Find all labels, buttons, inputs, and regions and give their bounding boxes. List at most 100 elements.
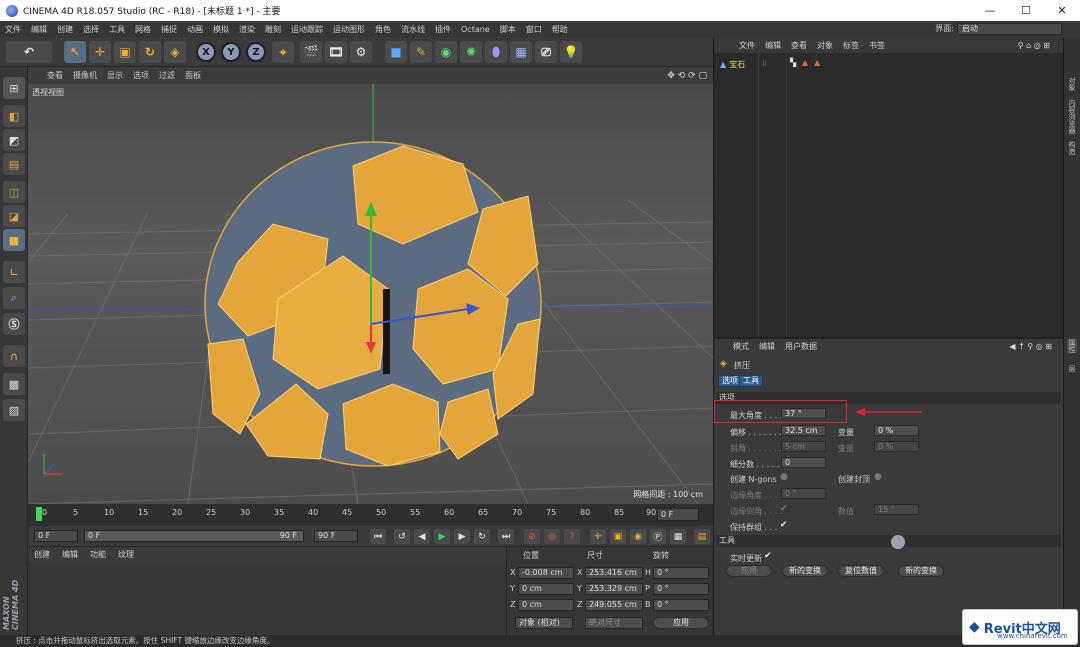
keyframe-selection-button[interactable]: ? — [564, 529, 580, 544]
goto-start-button[interactable]: ⏮ — [370, 529, 386, 544]
make-editable-button[interactable]: ⊞ — [3, 77, 25, 99]
recent-tool[interactable]: ◈ — [164, 41, 186, 63]
subdivision-field[interactable]: 0 — [781, 457, 826, 468]
close-button[interactable]: ✕ — [1044, 0, 1080, 21]
perspective-viewport[interactable]: 透视视图 网格间距 : 100 cm — [28, 84, 713, 504]
minimize-button[interactable]: — — [972, 0, 1008, 21]
play-button[interactable]: ▶ — [434, 529, 450, 544]
light-button[interactable]: 💡 — [560, 41, 582, 63]
attr-menu-mode[interactable]: 模式 — [728, 341, 754, 352]
menu-edit[interactable]: 编辑 — [26, 24, 52, 35]
attr-menu-userdata[interactable]: 用户数据 — [780, 341, 822, 352]
edges-mode-button[interactable]: ◪ — [3, 205, 25, 227]
rotation-b-field[interactable]: 0 ° — [653, 599, 709, 611]
obj-menu-tags[interactable]: 标签 — [838, 40, 864, 51]
menu-window[interactable]: 窗口 — [521, 24, 547, 35]
x-axis-lock[interactable]: X — [196, 42, 216, 62]
menu-script[interactable]: 脚本 — [495, 24, 521, 35]
viewport-nav-icons[interactable]: ✥ ⟲ ⟳ ▢ — [667, 71, 707, 81]
menu-mograph[interactable]: 运动图形 — [328, 24, 370, 35]
menu-animate[interactable]: 动画 — [182, 24, 208, 35]
key-pla-button[interactable]: ▦ — [670, 529, 686, 544]
attr-apply-button[interactable]: 应用 — [726, 565, 772, 577]
current-frame-field[interactable]: 0 F — [657, 508, 699, 521]
ngons-checkbox[interactable]: ● — [780, 472, 788, 482]
menu-snap[interactable]: 捕捉 — [156, 24, 182, 35]
rotation-h-field[interactable]: 0 ° — [653, 567, 709, 579]
magnet-button[interactable]: ∩ — [3, 345, 25, 367]
size-x-field[interactable]: 253.416 cm — [585, 567, 643, 579]
position-x-field[interactable]: -0.008 cm — [518, 567, 574, 579]
render-view-button[interactable]: 🎬 — [300, 41, 322, 63]
menu-select[interactable]: 选择 — [78, 24, 104, 35]
checker-tag-icon[interactable]: ▚ — [790, 58, 796, 67]
coords-apply-button[interactable]: 应用 — [653, 617, 709, 629]
variance-field[interactable]: 0 % — [874, 425, 919, 436]
obj-menu-object[interactable]: 对象 — [812, 40, 838, 51]
vp-menu-view[interactable]: 查看 — [42, 70, 68, 81]
obj-menu-file[interactable]: 文件 — [734, 40, 760, 51]
vp-menu-camera[interactable]: 摄像机 — [68, 70, 102, 81]
edge-value-field[interactable]: 15 ° — [874, 504, 919, 515]
menu-tools[interactable]: 工具 — [104, 24, 130, 35]
scale-tool[interactable]: ▣ — [114, 41, 136, 63]
obj-menu-tool-icons[interactable]: ⚲ ⌂ ◎ ⊞ — [1013, 41, 1055, 50]
coord-mode-select[interactable]: 对象 (相对) — [515, 617, 573, 629]
layout-select[interactable]: 启动 — [957, 23, 1062, 35]
maximize-button[interactable]: ☐ — [1008, 0, 1044, 21]
prev-frame-button[interactable]: ◀ — [414, 529, 430, 544]
obj-menu-bookmarks[interactable]: 书签 — [864, 40, 890, 51]
vp-menu-panel[interactable]: 面板 — [180, 70, 206, 81]
next-key-button[interactable]: ↻ — [474, 529, 490, 544]
record-button[interactable]: ⊘ — [524, 529, 540, 544]
new-transform-button[interactable]: 新的变换 — [782, 565, 828, 577]
size-z-field[interactable]: 249.055 cm — [585, 599, 643, 611]
reset-values-button[interactable]: 复位数值 — [838, 565, 884, 577]
preview-range-slider[interactable]: 0 F 90 F — [84, 530, 304, 542]
menu-motion-tracking[interactable]: 运动跟踪 — [286, 24, 328, 35]
tab-structure[interactable]: 构造 — [1067, 141, 1077, 155]
position-z-field[interactable]: 0 cm — [518, 599, 574, 611]
timeline-window-button[interactable]: ▤ — [694, 529, 710, 544]
key-rotation-button[interactable]: ◉ — [630, 529, 646, 544]
position-y-field[interactable]: 0 cm — [518, 583, 574, 595]
menu-simulate[interactable]: 模拟 — [208, 24, 234, 35]
render-picture-viewer-button[interactable]: 🎞 — [325, 41, 347, 63]
menu-mesh[interactable]: 网格 — [130, 24, 156, 35]
camera-button[interactable]: ⎚ — [535, 41, 557, 63]
bevel-field[interactable]: 5 cm — [781, 441, 826, 452]
offset-field[interactable]: 32.5 cm — [781, 425, 826, 436]
phong-tag-icon[interactable]: ▲ — [802, 58, 808, 67]
key-scale-button[interactable]: ▣ — [610, 529, 626, 544]
timeline-ruler[interactable]: 0 5 10 15 20 25 30 35 40 45 50 55 60 65 … — [28, 504, 713, 526]
polygons-mode-button[interactable]: ■ — [3, 229, 25, 251]
array-button[interactable]: ✺ — [460, 41, 482, 63]
subdivision-button[interactable]: ◉ — [435, 41, 457, 63]
goto-end-button[interactable]: ⏭ — [498, 529, 514, 544]
obj-menu-view[interactable]: 查看 — [786, 40, 812, 51]
material-menu-create[interactable]: 创建 — [28, 549, 56, 560]
coordinate-system-button[interactable]: ⌖ — [272, 41, 294, 63]
move-tool[interactable]: ✛ — [89, 41, 111, 63]
attr-menu-edit[interactable]: 编辑 — [754, 341, 780, 352]
prev-key-button[interactable]: ↺ — [394, 529, 410, 544]
points-mode-button[interactable]: ◫ — [3, 181, 25, 203]
floor-button[interactable]: ▦ — [510, 41, 532, 63]
texture-mode-button[interactable]: ◩ — [3, 129, 25, 151]
material-tag-icon[interactable]: ▲ — [814, 58, 820, 67]
vp-menu-filter[interactable]: 过滤 — [154, 70, 180, 81]
menu-create[interactable]: 创建 — [52, 24, 78, 35]
menu-octane[interactable]: Octane — [456, 25, 495, 34]
end-frame-field[interactable]: 90 F — [314, 530, 358, 542]
edge-angle-field[interactable]: 0 ° — [781, 488, 826, 499]
key-parameter-button[interactable]: Ⓟ — [650, 529, 666, 544]
rotate-tool[interactable]: ↻ — [139, 41, 161, 63]
tool-section-knob[interactable] — [891, 535, 905, 549]
variance2-field[interactable]: 0 % — [874, 441, 919, 452]
attr-nav-icons[interactable]: ◀ ↑ ⚲ ◎ ⊞ — [1004, 342, 1057, 351]
menu-pipeline[interactable]: 流水线 — [396, 24, 430, 35]
key-position-button[interactable]: ✛ — [590, 529, 606, 544]
menu-sculpt[interactable]: 雕刻 — [260, 24, 286, 35]
menu-character[interactable]: 角色 — [370, 24, 396, 35]
model-mode-button[interactable]: ◧ — [3, 105, 25, 127]
